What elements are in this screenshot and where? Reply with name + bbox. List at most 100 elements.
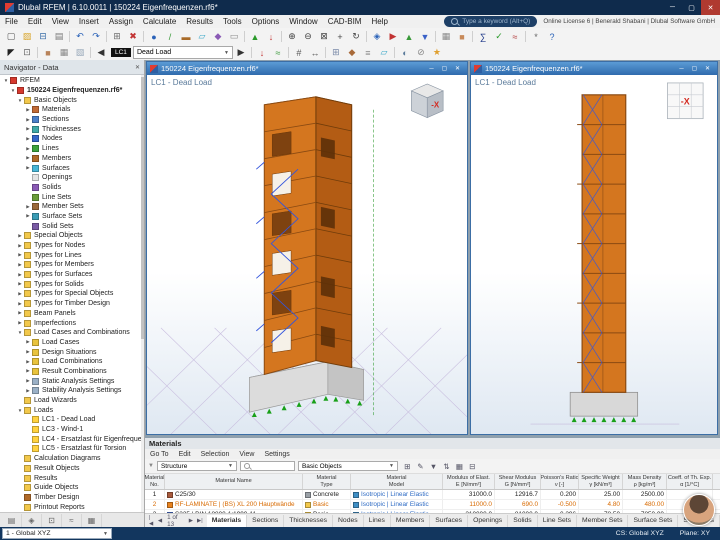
toolbar-icon[interactable]: ⊖ bbox=[300, 30, 316, 44]
cell-material-no[interactable]: 2 bbox=[145, 500, 165, 509]
menu-item[interactable]: CAD-BIM bbox=[323, 17, 367, 26]
menu-item[interactable]: Help bbox=[366, 17, 392, 26]
viewport-minimize-button[interactable]: ─ bbox=[675, 66, 688, 72]
tree-item[interactable]: Results bbox=[0, 473, 144, 483]
toolbar-icon[interactable] bbox=[69, 31, 70, 42]
cell-mass-density[interactable]: 2500.00 bbox=[623, 490, 667, 499]
navigator-tab[interactable]: ⊡ bbox=[42, 514, 62, 527]
toolbar-icon[interactable]: ▭ bbox=[226, 30, 242, 44]
user-avatar[interactable] bbox=[683, 494, 715, 526]
minimize-button[interactable]: ─ bbox=[663, 0, 682, 15]
expander-icon[interactable]: ▶ bbox=[16, 291, 24, 297]
cell-shear-modulus[interactable]: 12916.7 bbox=[495, 490, 541, 499]
tree-item[interactable]: ▶ Types for Solids bbox=[0, 279, 144, 289]
expander-icon[interactable]: ▶ bbox=[24, 339, 32, 345]
table-toolbar-icon[interactable]: ⊞ bbox=[401, 462, 414, 471]
tree-item[interactable]: ▶ Thicknesses bbox=[0, 124, 144, 134]
first-page-button[interactable]: |◀ bbox=[148, 515, 155, 527]
tree-item[interactable]: ▶ Member Sets bbox=[0, 202, 144, 212]
tree-item[interactable]: ▼ 150224 Eigenfrequenzen.rf6* bbox=[0, 86, 144, 96]
tree-item[interactable]: Timber Design bbox=[0, 493, 144, 503]
tree-item[interactable]: Result Objects bbox=[0, 464, 144, 474]
table-toolbar-icon[interactable]: ▼ bbox=[427, 462, 440, 471]
table-tab[interactable]: Members bbox=[391, 515, 430, 527]
tree-item[interactable]: LC3 - Wind-1 bbox=[0, 425, 144, 435]
tree-item[interactable]: ▶ Surface Sets bbox=[0, 212, 144, 222]
toolbar-icon[interactable]: ∑ bbox=[475, 30, 491, 44]
toolbar-icon[interactable]: ↓ bbox=[263, 30, 279, 44]
menu-item[interactable]: Window bbox=[284, 17, 322, 26]
expander-icon[interactable]: ▶ bbox=[16, 320, 24, 326]
toolbar-icon[interactable]: ⊕ bbox=[284, 30, 300, 44]
expander-icon[interactable]: ▶ bbox=[24, 136, 32, 142]
tree-item[interactable]: ▶ Types for Nodes bbox=[0, 241, 144, 251]
expander-icon[interactable]: ▶ bbox=[16, 301, 24, 307]
search-input[interactable]: Type a keyword (Alt+Q) bbox=[444, 16, 537, 27]
tree-item[interactable]: ▶ Nodes bbox=[0, 134, 144, 144]
expander-icon[interactable]: ▶ bbox=[16, 243, 24, 249]
navigator-tab[interactable]: ≈ bbox=[62, 514, 82, 527]
viewport-minimize-button[interactable]: ─ bbox=[425, 66, 438, 72]
tree-item[interactable]: ▼ RFEM bbox=[0, 76, 144, 86]
cell-modulus[interactable]: 31000.0 bbox=[443, 490, 495, 499]
column-header[interactable]: Material Name bbox=[165, 474, 303, 489]
viewport-maximize-button[interactable]: ▢ bbox=[688, 65, 701, 72]
scene-front[interactable]: -X bbox=[471, 75, 717, 434]
materials-menu-item[interactable]: View bbox=[234, 451, 259, 458]
prev-page-button[interactable]: ◀ bbox=[157, 518, 163, 524]
viewport-close-button[interactable]: ✕ bbox=[701, 65, 714, 72]
tree-item[interactable]: ▶ Beam Panels bbox=[0, 309, 144, 319]
tree-item[interactable]: Load Wizards bbox=[0, 396, 144, 406]
toolbar-icon[interactable]: ▲ bbox=[401, 30, 417, 44]
column-header[interactable]: Material Model bbox=[351, 474, 443, 489]
viewport-close-button[interactable]: ✕ bbox=[451, 65, 464, 72]
expander-icon[interactable]: ▶ bbox=[24, 388, 32, 394]
toolbar-icon[interactable] bbox=[525, 31, 526, 42]
navigator-tab[interactable]: ▤ bbox=[2, 514, 22, 527]
toolbar-icon[interactable]: ↓ bbox=[254, 46, 270, 60]
toolbar-icon[interactable]: ⊞ bbox=[109, 30, 125, 44]
cell-material-model[interactable]: Isotropic | Linear Elastic bbox=[351, 500, 443, 509]
menu-item[interactable]: Results bbox=[181, 17, 218, 26]
toolbar-icon[interactable]: ▲ bbox=[247, 30, 263, 44]
toolbar-icon[interactable] bbox=[37, 47, 38, 58]
cell-material-name[interactable]: RF-LAMINATE | (BS) XL 200 Hauptwände bbox=[165, 500, 303, 509]
menu-item[interactable]: Calculate bbox=[138, 17, 181, 26]
toolbar-icon[interactable]: ⊡ bbox=[19, 46, 35, 60]
table-toolbar-icon[interactable]: ▦ bbox=[453, 462, 466, 471]
load-case-combo[interactable]: Dead Load ▼ bbox=[133, 46, 233, 59]
tree-item[interactable]: ▼ Load Cases and Combinations bbox=[0, 328, 144, 338]
table-tab[interactable]: Line Sets bbox=[538, 515, 577, 527]
column-header[interactable]: Coeff. of Th. Exp. α [1/°C] bbox=[667, 474, 713, 489]
expander-icon[interactable]: ▶ bbox=[24, 117, 32, 123]
tree-item[interactable]: ▶ Load Cases bbox=[0, 338, 144, 348]
expander-icon[interactable]: ▶ bbox=[24, 204, 32, 210]
tree-item[interactable]: ▼ Loads bbox=[0, 405, 144, 415]
toolbar-icon[interactable]: / bbox=[162, 30, 178, 44]
table-tab[interactable]: Nodes bbox=[333, 515, 364, 527]
toolbar-icon[interactable]: * bbox=[528, 30, 544, 44]
column-header[interactable]: Mass Density ρ [kg/m³] bbox=[623, 474, 667, 489]
cell-poisson[interactable]: -0.500 bbox=[541, 500, 579, 509]
objects-combo[interactable]: Basic Objects ▼ bbox=[298, 461, 398, 471]
expander-icon[interactable]: ▶ bbox=[16, 233, 24, 239]
expander-icon[interactable]: ▼ bbox=[16, 408, 24, 413]
expander-icon[interactable]: ▶ bbox=[16, 272, 24, 278]
expander-icon[interactable]: ▶ bbox=[24, 213, 32, 219]
table-tab[interactable]: Thicknesses bbox=[284, 515, 333, 527]
toolbar-icon[interactable]: ▱ bbox=[194, 30, 210, 44]
table-tab[interactable]: Lines bbox=[364, 515, 391, 527]
toolbar-icon[interactable]: ⊞ bbox=[328, 46, 344, 60]
viewport-canvas-front[interactable]: LC1 - Dead Load bbox=[471, 75, 717, 434]
toolbar-icon[interactable]: ⊟ bbox=[35, 30, 51, 44]
toolbar-icon[interactable] bbox=[251, 47, 252, 58]
tree-item[interactable]: ▶ Types for Surfaces bbox=[0, 270, 144, 280]
toolbar-icon[interactable]: ◆ bbox=[344, 46, 360, 60]
cell-shear-modulus[interactable]: 690.0 bbox=[495, 500, 541, 509]
table-toolbar-icon[interactable]: ✎ bbox=[414, 462, 427, 471]
toolbar-icon[interactable]: ▢ bbox=[3, 30, 19, 44]
column-header[interactable]: Specific Weight γ [kN/m³] bbox=[579, 474, 623, 489]
table-row[interactable]: 1 C25/30 Concrete Isotropic | Linear Ela… bbox=[145, 490, 720, 500]
tree-item[interactable]: ▶ Result Combinations bbox=[0, 367, 144, 377]
toolbar-icon[interactable]: ↷ bbox=[88, 30, 104, 44]
